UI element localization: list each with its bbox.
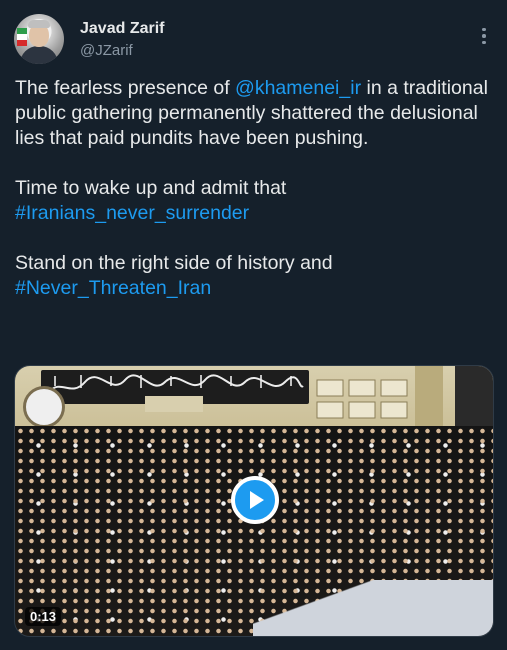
wall-clock-graphic <box>23 386 65 428</box>
video-duration: 0:13 <box>25 607 62 626</box>
tweet-text: The fearless presence of @khamenei_ir in… <box>15 76 495 326</box>
play-icon[interactable] <box>231 476 279 524</box>
video-player[interactable]: 0:13 <box>14 365 494 637</box>
author-handle[interactable]: @JZarif <box>80 42 133 59</box>
avatar-hair <box>28 20 50 28</box>
banner-subtitle <box>145 396 203 412</box>
tweet-text-segment: Time to wake up and admit that <box>15 177 287 199</box>
more-vertical-icon[interactable] <box>474 24 494 48</box>
tweet-paragraph-3: Stand on the right side of history and #N… <box>15 251 495 301</box>
mention-link[interactable]: @khamenei_ir <box>235 77 361 99</box>
avatar-body <box>20 46 58 64</box>
tweet-header: Javad Zarif @JZarif <box>14 14 494 66</box>
avatar[interactable] <box>14 14 64 64</box>
carpet-graphic <box>253 580 493 636</box>
tweet[interactable]: Javad Zarif @JZarif The fearless presenc… <box>0 0 507 650</box>
hashtag-link[interactable]: #Never_Threaten_Iran <box>15 277 211 299</box>
tweet-text-segment: The fearless presence of <box>15 77 236 99</box>
flag-graphic <box>17 28 27 46</box>
tweet-paragraph-2: Time to wake up and admit that #Iranians_… <box>15 176 495 226</box>
author-name[interactable]: Javad Zarif <box>80 20 164 38</box>
tweet-text-segment: Stand on the right side of history and <box>15 252 333 274</box>
tweet-paragraph-1: The fearless presence of @khamenei_ir in… <box>15 76 495 151</box>
curtain-graphic <box>455 366 493 426</box>
hashtag-link[interactable]: #Iranians_never_surrender <box>15 202 249 224</box>
